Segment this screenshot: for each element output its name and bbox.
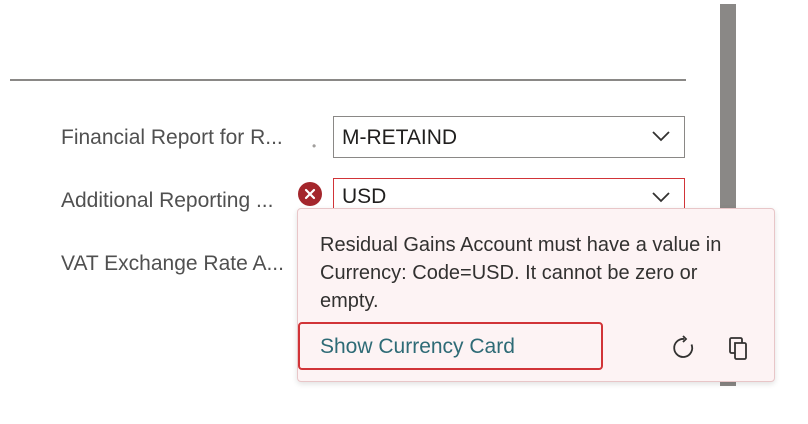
field-label-additional-reporting: Additional Reporting ... [61, 189, 274, 212]
copy-icon[interactable] [726, 335, 752, 361]
chevron-down-icon [652, 192, 670, 203]
error-message: Residual Gains Account must have a value… [320, 234, 722, 312]
chevron-down-icon [652, 131, 670, 142]
show-currency-card-highlight: Show Currency Card [298, 322, 603, 370]
field-label-vat-exchange-rate: VAT Exchange Rate A... [61, 252, 284, 275]
error-callout: Residual Gains Account must have a value… [297, 208, 775, 382]
error-icon[interactable] [298, 182, 322, 206]
financial-report-select[interactable]: M-RETAIND [333, 116, 685, 158]
field-label-financial-report: Financial Report for R... [61, 126, 283, 149]
refresh-icon[interactable] [671, 335, 697, 361]
financial-report-value: M-RETAIND [342, 126, 458, 149]
show-currency-card-link[interactable]: Show Currency Card [320, 335, 515, 359]
section-divider [10, 79, 686, 81]
additional-reporting-currency-value: USD [342, 185, 387, 208]
field-indicator-dot: • [312, 139, 317, 153]
